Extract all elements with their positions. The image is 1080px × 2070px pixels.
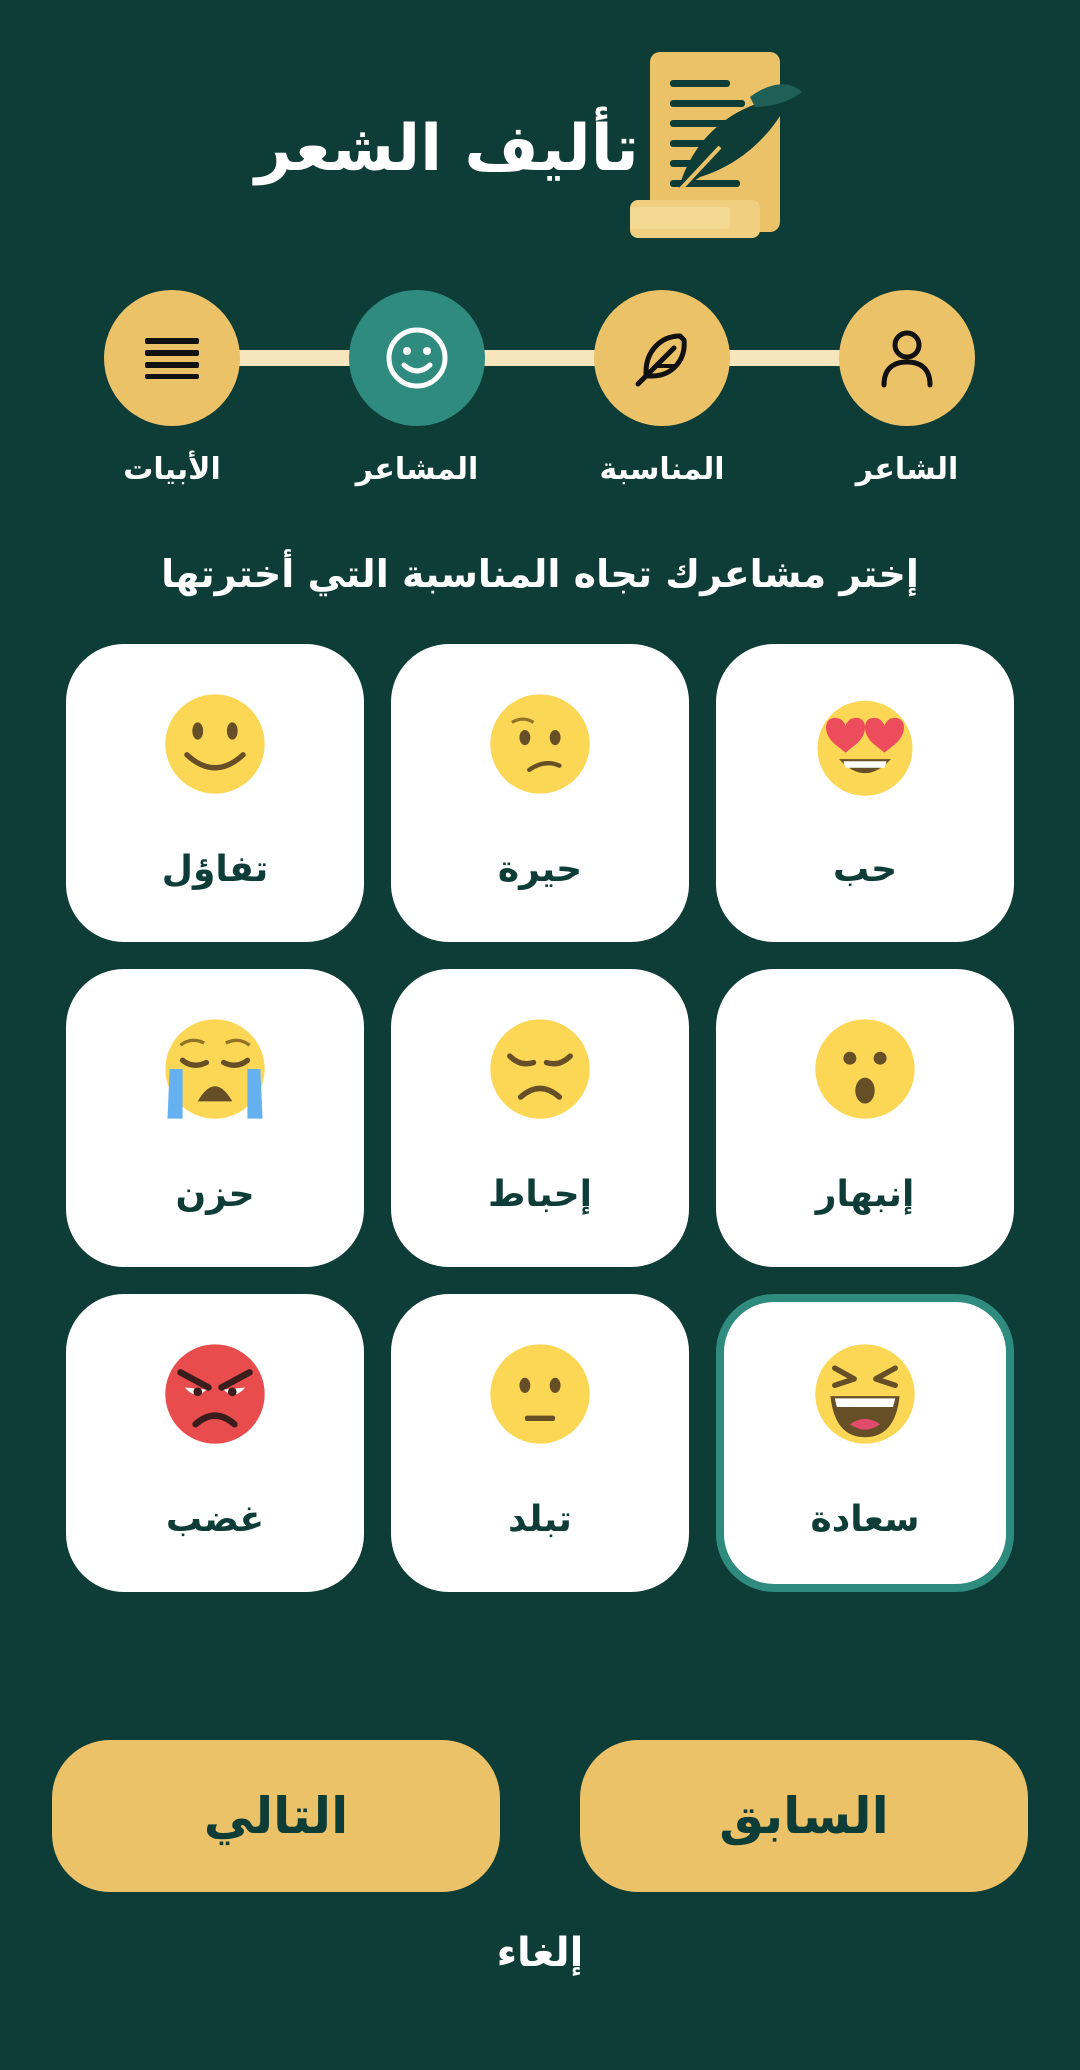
emotion-label: تفاؤل [161,849,269,890]
emotion-label: حيرة [497,849,583,890]
astonished-emoji [815,1019,915,1119]
neutral-emoji [490,1344,590,1444]
app-header: تأليف الشعر [0,52,1080,242]
confused-emoji [490,694,590,794]
emotion-card-amazement[interactable]: إنبهار [716,969,1014,1267]
emotion-card-apathy[interactable]: تبلد [391,1294,689,1592]
smile-icon [386,327,448,389]
next-button[interactable]: التالي [52,1740,500,1892]
emotion-card-optimism[interactable]: تفاؤل [66,644,364,942]
emotion-label: إحباط [488,1174,592,1215]
smiling-emoji [165,694,265,794]
previous-button[interactable]: السابق [580,1740,1028,1892]
step-label-poet: الشاعر [855,452,959,487]
poetry-scroll-quill-icon [630,52,802,238]
crying-emoji [165,1019,265,1119]
step-verses[interactable] [104,290,240,426]
emotion-label: إنبهار [815,1174,915,1215]
emotion-card-love[interactable]: حب [716,644,1014,942]
heart-eyes-emoji [817,700,913,796]
emotion-card-frustration[interactable]: إحباط [391,969,689,1267]
app-title: تأليف الشعر [255,112,639,186]
step-label-feelings: المشاعر [355,452,479,487]
emotion-label: تبلد [508,1499,572,1540]
cancel-link[interactable]: إلغاء [0,1930,1080,1976]
emotion-label: حزن [175,1174,255,1215]
emotion-label: سعادة [810,1499,920,1540]
angry-emoji [165,1344,265,1444]
disappointed-emoji [490,1019,590,1119]
emotion-label: حب [832,849,898,890]
emotion-card-anger[interactable]: غضب [66,1294,364,1592]
step-label-verses: الأبيات [123,452,221,487]
laughing-emoji [815,1344,915,1444]
step-occasion[interactable] [594,290,730,426]
instruction-text: إختر مشاعرك تجاه المناسبة التي أخترتها [161,552,919,596]
step-label-occasion: المناسبة [599,452,725,487]
emotion-label: غضب [165,1499,265,1540]
progress-stepper: الأبيات المشاعر المناسبة الشاعر [0,290,1080,500]
emotion-card-sadness[interactable]: حزن [66,969,364,1267]
user-icon [881,330,933,388]
lines-icon [145,338,199,379]
stepper-track [172,350,908,366]
emotion-card-confusion[interactable]: حيرة [391,644,689,942]
feather-icon [635,333,687,387]
emotion-card-happiness[interactable]: سعادة [716,1294,1014,1592]
step-feelings[interactable] [349,290,485,426]
step-poet[interactable] [839,290,975,426]
